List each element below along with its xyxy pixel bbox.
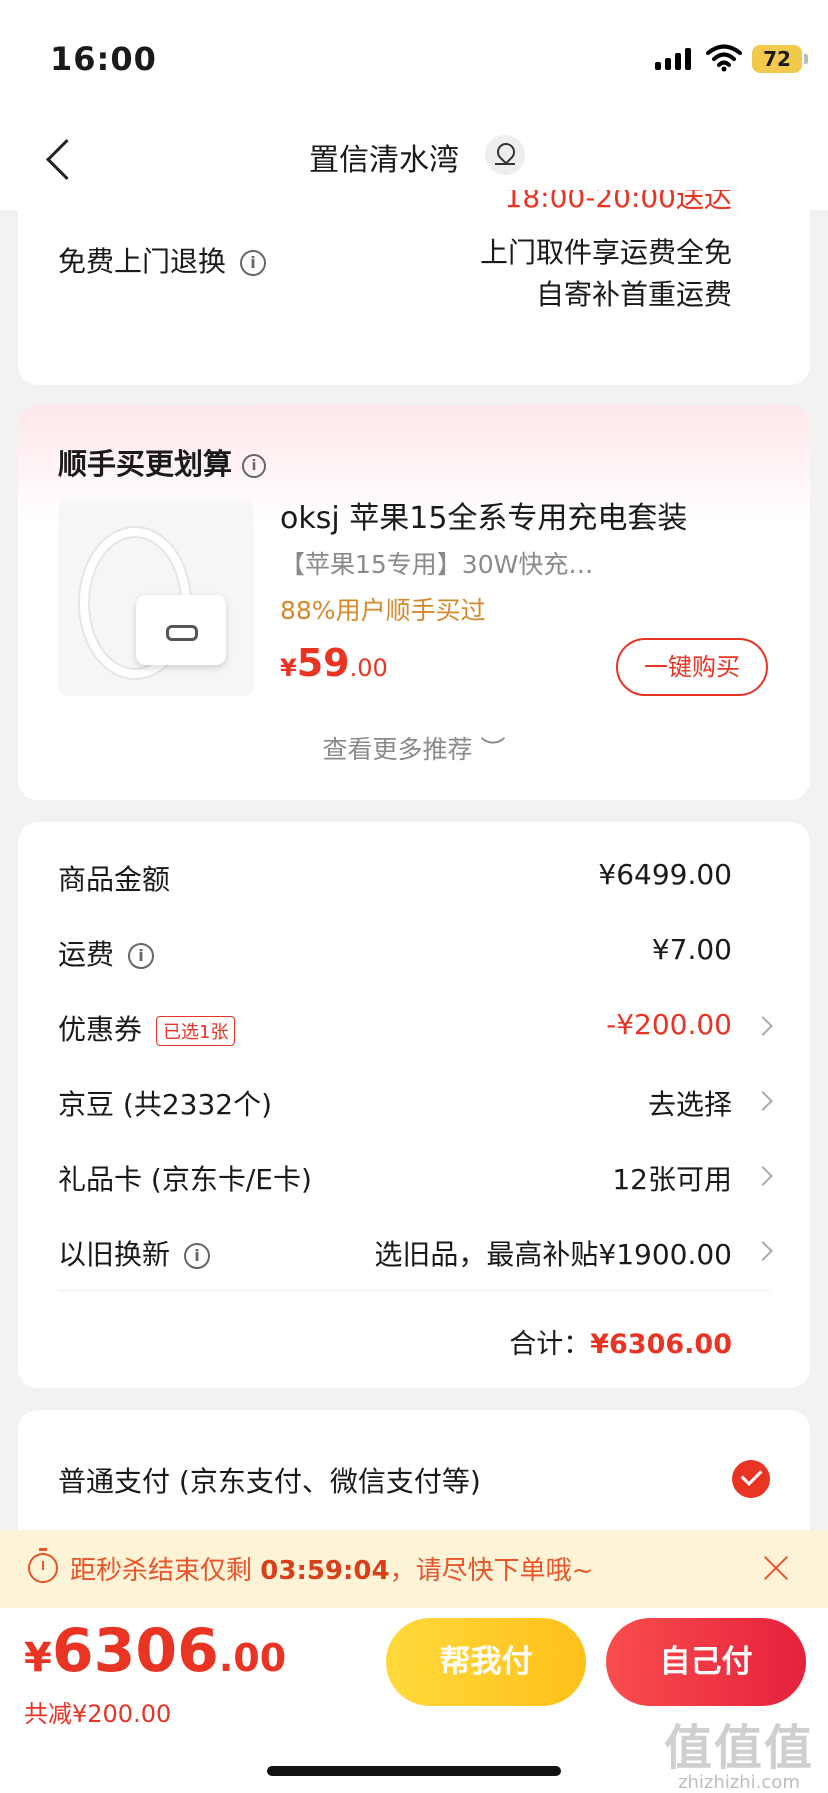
goods-amount-value: ¥6499.00 bbox=[598, 858, 732, 891]
price-currency: ¥ bbox=[280, 654, 297, 682]
close-icon[interactable] bbox=[760, 1552, 792, 1584]
info-icon[interactable]: i bbox=[184, 1243, 211, 1269]
goods-amount-label: 商品金额 bbox=[58, 863, 171, 896]
cost-card: 商品金额 ¥6499.00 运费 i ¥7.00 优惠券 已选1张 -¥200.00… bbox=[18, 822, 810, 1388]
flash-suffix: ，请尽快下单哦~ bbox=[389, 1556, 594, 1586]
payment-card[interactable]: 普通支付 (京东支付、微信支付等) bbox=[18, 1410, 810, 1550]
total-value: ¥6306.00 bbox=[590, 1329, 732, 1360]
free-return-row[interactable]: 免费上门退换 i bbox=[58, 240, 267, 280]
gift-card-label: 礼品卡 (京东卡/E卡) bbox=[58, 1163, 312, 1196]
chevron-right-icon bbox=[756, 1010, 770, 1024]
goods-amount-row: 商品金额 ¥6499.00 bbox=[58, 858, 770, 898]
coupon-label: 优惠券 bbox=[58, 1013, 143, 1046]
flash-sale-bar: 距秒杀结束仅剩 03:59:04，请尽快下单哦~ bbox=[0, 1530, 828, 1608]
total-row: 合计：¥6306.00 bbox=[509, 1322, 732, 1361]
divider bbox=[58, 1290, 770, 1291]
flash-sale-text: 距秒杀结束仅剩 03:59:04，请尽快下单哦~ bbox=[70, 1550, 593, 1587]
recommend-card: 顺手买更划算 i oksj 苹果15全系专用充电套装 【苹果15专用】30W快充…… bbox=[18, 405, 810, 800]
checkout-bar: ¥6306.00 共减¥200.00 帮我付 自己付 值值值 zhizhizhi… bbox=[0, 1608, 828, 1793]
product-name[interactable]: oksj 苹果15全系专用充电套装 bbox=[280, 493, 687, 537]
product-desc: 【苹果15专用】30W快充… bbox=[280, 550, 594, 579]
checkout-price-dec: .00 bbox=[218, 1636, 287, 1680]
chevron-right-icon bbox=[756, 1235, 770, 1249]
checkout-price: ¥6306.00 bbox=[24, 1616, 286, 1686]
jd-bean-label: 京豆 (共2332个) bbox=[58, 1088, 273, 1121]
trade-in-label: 以旧换新 bbox=[58, 1238, 171, 1271]
coupon-label-wrap: 优惠券 已选1张 bbox=[58, 1008, 236, 1048]
coupon-value: -¥200.00 bbox=[606, 1008, 732, 1041]
more-recommend-link[interactable]: 查看更多推荐 ︶ bbox=[18, 730, 810, 766]
gift-card-row[interactable]: 礼品卡 (京东卡/E卡) 12张可用 bbox=[58, 1158, 770, 1198]
recommend-title-text: 顺手买更划算 bbox=[58, 447, 233, 481]
flash-prefix: 距秒杀结束仅剩 bbox=[70, 1556, 261, 1586]
cellular-signal-icon bbox=[655, 48, 691, 70]
self-pay-button[interactable]: 自己付 bbox=[606, 1618, 806, 1706]
recommend-title: 顺手买更划算 i bbox=[58, 441, 267, 483]
total-label: 合计： bbox=[509, 1329, 591, 1360]
one-click-buy-button[interactable]: 一键购买 bbox=[616, 638, 768, 696]
product-thumbnail[interactable] bbox=[58, 500, 254, 696]
info-icon[interactable]: i bbox=[128, 943, 155, 969]
coupon-selected-tag: 已选1张 bbox=[156, 1016, 236, 1046]
jd-bean-row[interactable]: 京豆 (共2332个) 去选择 bbox=[58, 1083, 770, 1123]
trade-in-value: 选旧品，最高补贴¥1900.00 bbox=[374, 1238, 732, 1271]
delivery-card: 18:00-20:00送达 免费上门退换 i 上门取件享运费全免 自寄补首重运费 bbox=[18, 190, 810, 385]
free-return-label: 免费上门退换 bbox=[58, 245, 227, 278]
total-saved: 共减¥200.00 bbox=[24, 1700, 172, 1728]
checkout-price-int: 6306 bbox=[51, 1616, 219, 1686]
coupon-row[interactable]: 优惠券 已选1张 -¥200.00 bbox=[58, 1008, 770, 1048]
chevron-right-icon bbox=[756, 1085, 770, 1099]
checkmark-icon[interactable] bbox=[732, 1460, 770, 1498]
shipping-label-wrap: 运费 i bbox=[58, 933, 155, 973]
free-return-detail: 上门取件享运费全免 自寄补首重运费 bbox=[480, 232, 732, 316]
page-title: 置信清水湾 bbox=[309, 143, 459, 178]
price-dec: .00 bbox=[349, 654, 388, 682]
checkout-currency: ¥ bbox=[24, 1635, 52, 1681]
price-int: 59 bbox=[296, 641, 350, 685]
watermark-small: zhizhizhi.com bbox=[678, 1772, 800, 1793]
return-line-1: 上门取件享运费全免 bbox=[479, 236, 732, 269]
charger-brick-image bbox=[136, 595, 226, 665]
info-icon[interactable]: i bbox=[242, 454, 267, 478]
jd-bean-value: 去选择 bbox=[647, 1088, 732, 1121]
trade-in-row[interactable]: 以旧换新 i 选旧品，最高补贴¥1900.00 bbox=[58, 1233, 770, 1273]
help-pay-button[interactable]: 帮我付 bbox=[386, 1618, 586, 1706]
shipping-label: 运费 bbox=[58, 938, 115, 971]
stopwatch-icon bbox=[28, 1548, 58, 1583]
wifi-icon bbox=[706, 44, 742, 72]
shipping-row: 运费 i ¥7.00 bbox=[58, 933, 770, 973]
home-indicator[interactable] bbox=[267, 1766, 561, 1776]
watermark-big: 值值值 bbox=[663, 1720, 814, 1776]
chevron-right-icon bbox=[756, 1160, 770, 1174]
flash-countdown: 03:59:04 bbox=[260, 1556, 390, 1586]
watermark-logo: 值值值 zhizhizhi.com bbox=[664, 1708, 814, 1793]
payment-method-label: 普通支付 (京东支付、微信支付等) bbox=[58, 1465, 481, 1498]
status-bar: 16:00 72 bbox=[0, 0, 828, 105]
info-icon[interactable]: i bbox=[240, 250, 267, 276]
product-price: ¥59.00 bbox=[280, 641, 388, 685]
gift-card-value: 12张可用 bbox=[612, 1163, 732, 1196]
bought-hint: 88%用户顺手买过 bbox=[280, 596, 486, 625]
battery-icon: 72 bbox=[752, 45, 808, 73]
delivery-time-clipped: 18:00-20:00送达 bbox=[504, 190, 733, 214]
trade-in-label-wrap: 以旧换新 i bbox=[58, 1233, 211, 1273]
status-time: 16:00 bbox=[50, 40, 157, 78]
return-line-2: 自寄补首重运费 bbox=[535, 278, 732, 311]
location-pin-icon[interactable] bbox=[485, 135, 525, 175]
shipping-value: ¥7.00 bbox=[651, 933, 732, 966]
